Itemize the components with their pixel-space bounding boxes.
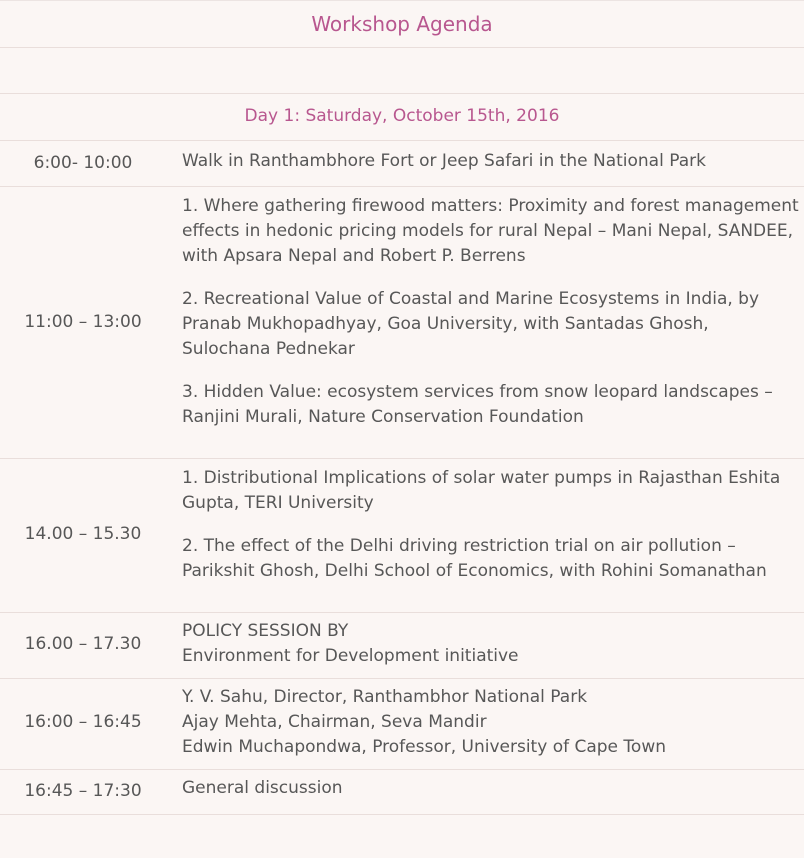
- session-time: 11:00 – 13:00: [24, 312, 142, 332]
- day-row: Day 1: Saturday, October 15th, 2016: [0, 93, 804, 140]
- session-time: 16:45 – 17:30: [24, 781, 142, 801]
- session-line: Environment for Development initiative: [182, 646, 519, 666]
- session-item: 2. The effect of the Delhi driving restr…: [182, 536, 767, 581]
- session-time: 16.00 – 17.30: [24, 634, 142, 654]
- session-item: 3. Hidden Value: ecosystem services from…: [182, 382, 773, 427]
- title-row: Workshop Agenda: [0, 0, 804, 47]
- agenda-title: Workshop Agenda: [311, 12, 493, 36]
- session-item: 1. Distributional Implications of solar …: [182, 468, 781, 513]
- session-row: 14.00 – 15.30 1. Distributional Implicat…: [0, 458, 804, 612]
- session-line: Edwin Muchapondwa, Professor, University…: [182, 737, 666, 757]
- session-row: 16:00 – 16:45 Y. V. Sahu, Director, Rant…: [0, 678, 804, 769]
- session-time: 14.00 – 15.30: [24, 524, 142, 544]
- day-heading: Day 1: Saturday, October 15th, 2016: [244, 106, 560, 126]
- session-line: Ajay Mehta, Chairman, Seva Mandir: [182, 712, 487, 732]
- session-content: General discussion: [182, 776, 800, 801]
- session-row: 16:45 – 17:30 General discussion: [0, 769, 804, 814]
- session-line: POLICY SESSION BY: [182, 621, 349, 641]
- session-time: 16:00 – 16:45: [24, 712, 142, 732]
- agenda-table: Workshop Agenda Day 1: Saturday, October…: [0, 0, 804, 858]
- session-content: Walk in Ranthambhore Fort or Jeep Safari…: [182, 149, 800, 174]
- session-row: 11:00 – 13:00 1. Where gathering firewoo…: [0, 186, 804, 458]
- session-content: 1. Where gathering firewood matters: Pro…: [182, 194, 800, 430]
- session-content: POLICY SESSION BY Environment for Develo…: [182, 619, 800, 669]
- blank-row: [0, 47, 804, 93]
- session-item: General discussion: [182, 778, 343, 798]
- session-row: 16.00 – 17.30 POLICY SESSION BY Environm…: [0, 612, 804, 678]
- bottom-row: [0, 814, 804, 858]
- session-content: 1. Distributional Implications of solar …: [182, 466, 800, 584]
- session-item: Walk in Ranthambhore Fort or Jeep Safari…: [182, 151, 706, 171]
- session-line: Y. V. Sahu, Director, Ranthambhor Nation…: [182, 687, 588, 707]
- session-item: 2. Recreational Value of Coastal and Mar…: [182, 289, 760, 359]
- session-row: 6:00- 10:00 Walk in Ranthambhore Fort or…: [0, 140, 804, 186]
- session-item: 1. Where gathering firewood matters: Pro…: [182, 196, 799, 266]
- session-time: 6:00- 10:00: [33, 153, 133, 173]
- session-content: Y. V. Sahu, Director, Ranthambhor Nation…: [182, 685, 800, 760]
